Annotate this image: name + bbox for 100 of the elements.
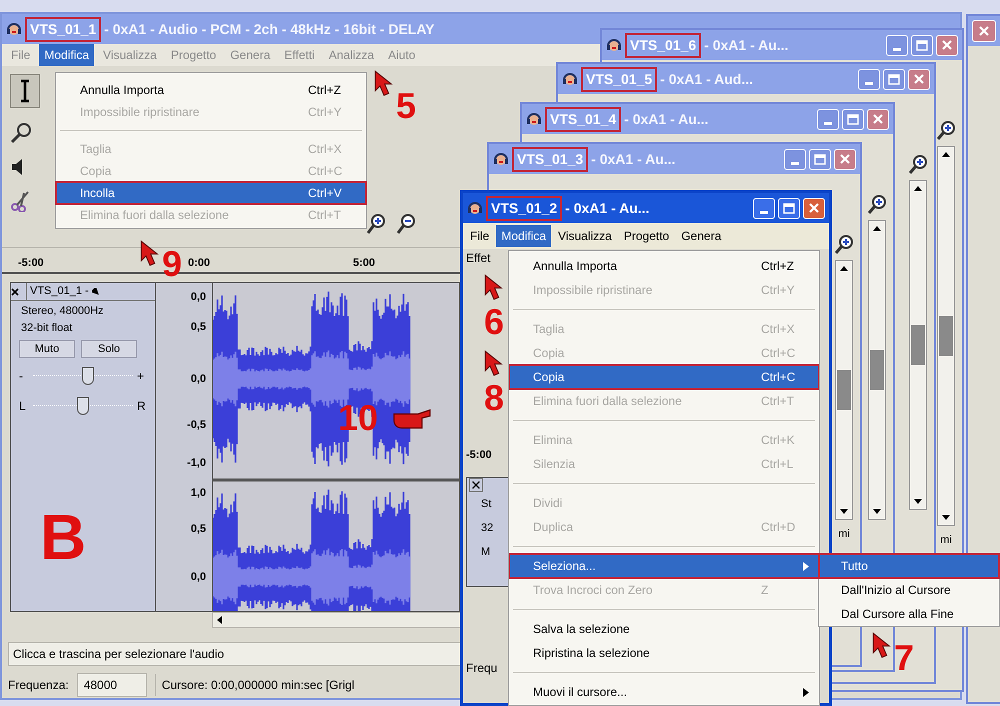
headphones-icon (606, 37, 622, 53)
selection-tool-button[interactable] (10, 74, 40, 108)
menu-item[interactable]: Progetto (618, 225, 674, 247)
slider-thumb[interactable] (82, 367, 94, 385)
maximize-button[interactable] (911, 34, 933, 56)
maximize-icon (916, 40, 928, 50)
axis-label: -1,0 (187, 456, 206, 471)
zoom-in-icon[interactable] (867, 194, 887, 214)
window-title: - 0xA1 - Audio - PCM - 2ch - 48kHz - 16bit - DELAY (104, 20, 435, 38)
slider[interactable] (33, 367, 133, 385)
maximize-button[interactable] (883, 68, 905, 90)
rate-field[interactable]: 48000 (76, 673, 147, 697)
minimize-icon (791, 162, 799, 164)
track-info-text: St (480, 497, 492, 512)
menu-item[interactable]: Visualizza (553, 225, 617, 247)
menu-item[interactable]: Tutto (819, 554, 999, 578)
close-button[interactable] (803, 198, 825, 218)
close-button[interactable] (936, 34, 958, 56)
menu-item[interactable]: Dall'Inizio al Cursore (819, 578, 999, 602)
track-button[interactable]: Muto (19, 340, 75, 358)
magnifier-icon[interactable] (10, 122, 32, 144)
menu-item[interactable]: Annulla Importa Ctrl+Z (56, 79, 366, 101)
menu-item[interactable]: Progetto (166, 44, 222, 66)
close-icon (913, 73, 925, 85)
menu-item[interactable]: Ripristina la selezione (509, 641, 819, 665)
menu-item[interactable]: Copia Ctrl+C (509, 365, 819, 389)
menu-item[interactable]: Modifica (39, 44, 94, 66)
close-icon (941, 39, 953, 51)
slider[interactable] (33, 397, 133, 415)
maximize-button[interactable] (778, 198, 800, 218)
minimize-button[interactable] (784, 148, 806, 170)
zoom-in-icon[interactable] (366, 213, 386, 235)
window-title: VTS_01_5 (581, 66, 658, 92)
minimize-icon (893, 48, 901, 50)
menu-item[interactable]: Salva la selezione (509, 617, 819, 641)
scroll-thumb[interactable] (870, 350, 884, 390)
zoom-in-icon[interactable] (908, 154, 928, 174)
window-title: VTS_01_2 (486, 196, 562, 220)
scroll-thumb[interactable] (837, 370, 851, 410)
menu-item[interactable]: Incolla Ctrl+V (56, 182, 366, 204)
menu-item[interactable]: Effetti (279, 44, 320, 66)
slider-thumb[interactable] (77, 397, 89, 415)
menu-item[interactable]: Analizza (324, 44, 380, 66)
scroll-thumb[interactable] (911, 325, 925, 365)
close-button[interactable] (867, 108, 889, 130)
minimize-button[interactable] (886, 34, 908, 56)
minimize-button[interactable] (817, 108, 839, 130)
vertical-scrollbar[interactable] (937, 146, 955, 526)
menu-item[interactable]: Effet (466, 249, 509, 269)
vertical-scrollbar[interactable] (868, 220, 886, 520)
menu-item[interactable]: Visualizza (98, 44, 162, 66)
maximize-button[interactable] (842, 108, 864, 130)
vertical-scrollbar[interactable] (835, 260, 853, 520)
track-format: Stereo, 48000Hz (20, 304, 105, 319)
close-icon[interactable] (469, 478, 483, 492)
slider-label: R (137, 398, 147, 415)
axis-label: 0,0 (190, 290, 206, 305)
vertical-scrollbar[interactable] (909, 180, 927, 510)
axis-label: 0,0 (190, 372, 206, 387)
menu-item[interactable]: Muovi il cursore... (509, 680, 819, 704)
close-button[interactable] (908, 68, 930, 90)
close-button[interactable] (972, 20, 996, 42)
horizontal-scrollbar[interactable] (212, 612, 462, 628)
step-number: 8 (484, 380, 504, 416)
axis-label: 0,5 (190, 320, 206, 335)
window-title: - 0xA1 - Au... (565, 198, 650, 218)
close-icon (872, 113, 884, 125)
unit-label: mi (838, 527, 850, 542)
axis-label: 0,0 (190, 570, 206, 585)
minimize-icon (865, 82, 873, 84)
axis-label: -0,5 (187, 418, 206, 433)
slider-label: L (19, 398, 27, 415)
zoom-in-icon[interactable] (936, 120, 956, 140)
menu-item[interactable]: File (6, 44, 36, 66)
close-track-button[interactable] (11, 283, 27, 300)
track-button[interactable]: Solo (81, 340, 137, 358)
unit-label: mi (940, 533, 952, 548)
minimize-button[interactable] (753, 198, 775, 218)
menu-item[interactable]: Aiuto (383, 44, 420, 66)
menu-item[interactable]: Genera (225, 44, 276, 66)
menu-item[interactable]: Annulla Importa Ctrl+Z (509, 254, 819, 278)
zoom-out-icon[interactable] (396, 213, 416, 235)
zoom-in-icon[interactable] (834, 234, 854, 254)
menu-item[interactable]: Modifica (496, 225, 552, 247)
scroll-thumb[interactable] (939, 316, 953, 356)
maximize-icon (888, 74, 900, 84)
menu-item[interactable]: File (465, 225, 494, 247)
close-button[interactable] (834, 148, 856, 170)
track-sample-format: 32-bit float (20, 320, 74, 336)
menu-item[interactable]: Seleziona... (509, 554, 819, 578)
menu-item[interactable]: Dal Cursore alla Fine (819, 602, 999, 626)
track-name-dropdown[interactable]: VTS_01_1 - (27, 283, 103, 300)
minimize-button[interactable] (858, 68, 880, 90)
menu-item[interactable]: Genera (676, 225, 726, 247)
cursor-arrow-icon (374, 70, 394, 98)
close-icon (808, 202, 820, 214)
headphones-icon (562, 71, 578, 87)
track-info-text: M (480, 545, 492, 560)
close-icon (839, 153, 851, 165)
maximize-button[interactable] (809, 148, 831, 170)
